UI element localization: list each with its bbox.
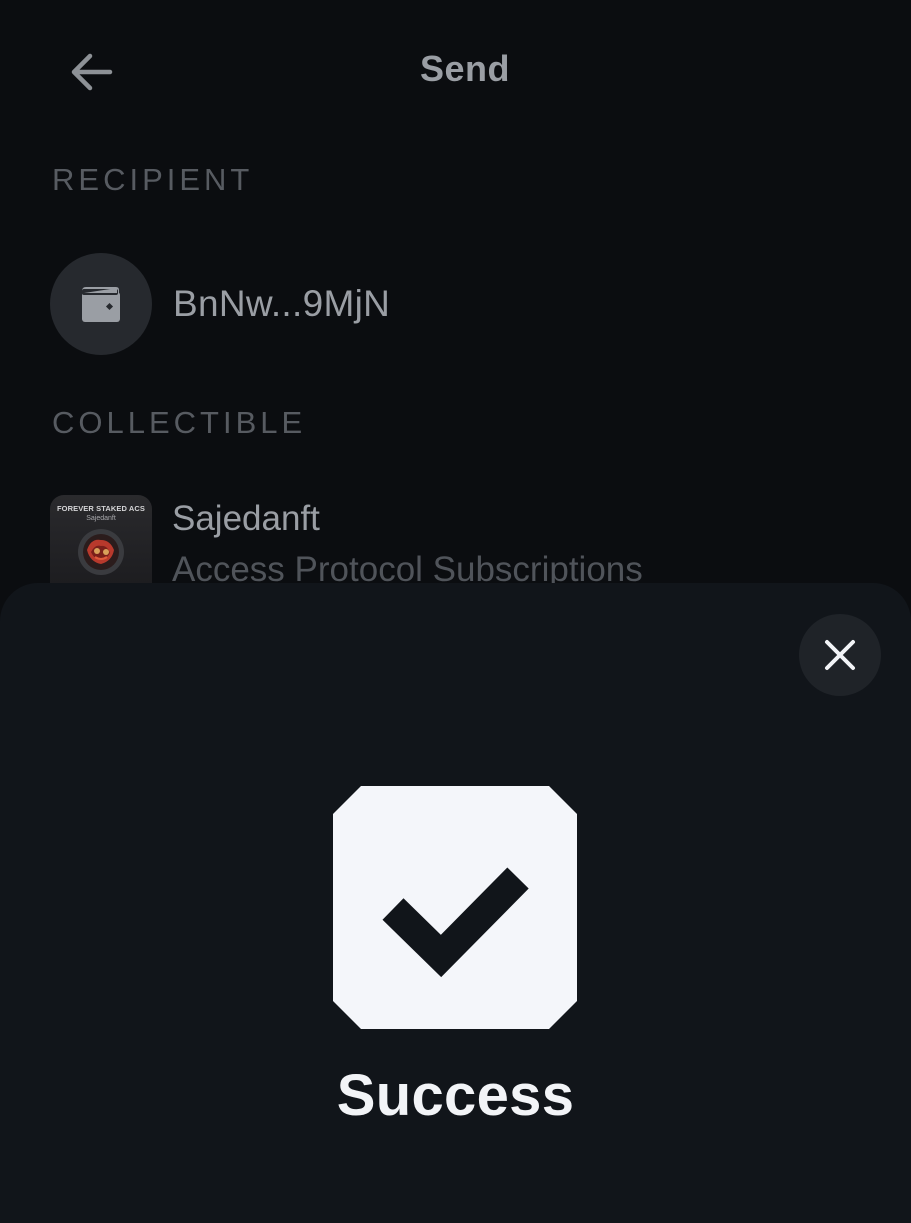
page-title: Send	[419, 48, 510, 89]
nft-artwork-icon	[78, 529, 124, 575]
nft-thumbnail-title: FOREVER STAKED ACS	[56, 504, 146, 513]
close-icon	[825, 640, 855, 670]
header: Send	[0, 0, 911, 140]
recipient-section-label: RECIPIENT	[52, 162, 254, 197]
recipient-address: BnNw...9MjN	[173, 283, 391, 324]
close-button[interactable]	[799, 614, 881, 696]
success-status-text: Success	[336, 1063, 575, 1128]
nft-thumbnail-subtitle: Sajedanft	[86, 515, 116, 522]
recipient-row[interactable]: BnNw...9MjN	[50, 253, 850, 355]
recipient-avatar	[50, 253, 152, 355]
collectible-row[interactable]: FOREVER STAKED ACS Sajedanft Sajedanft A…	[50, 495, 910, 597]
collectible-section-label: COLLECTIBLE	[52, 405, 307, 440]
nft-thumbnail: FOREVER STAKED ACS Sajedanft	[50, 495, 152, 597]
nft-name: Sajedanft	[172, 499, 320, 538]
success-badge	[333, 786, 577, 1029]
wallet-icon	[82, 287, 120, 322]
